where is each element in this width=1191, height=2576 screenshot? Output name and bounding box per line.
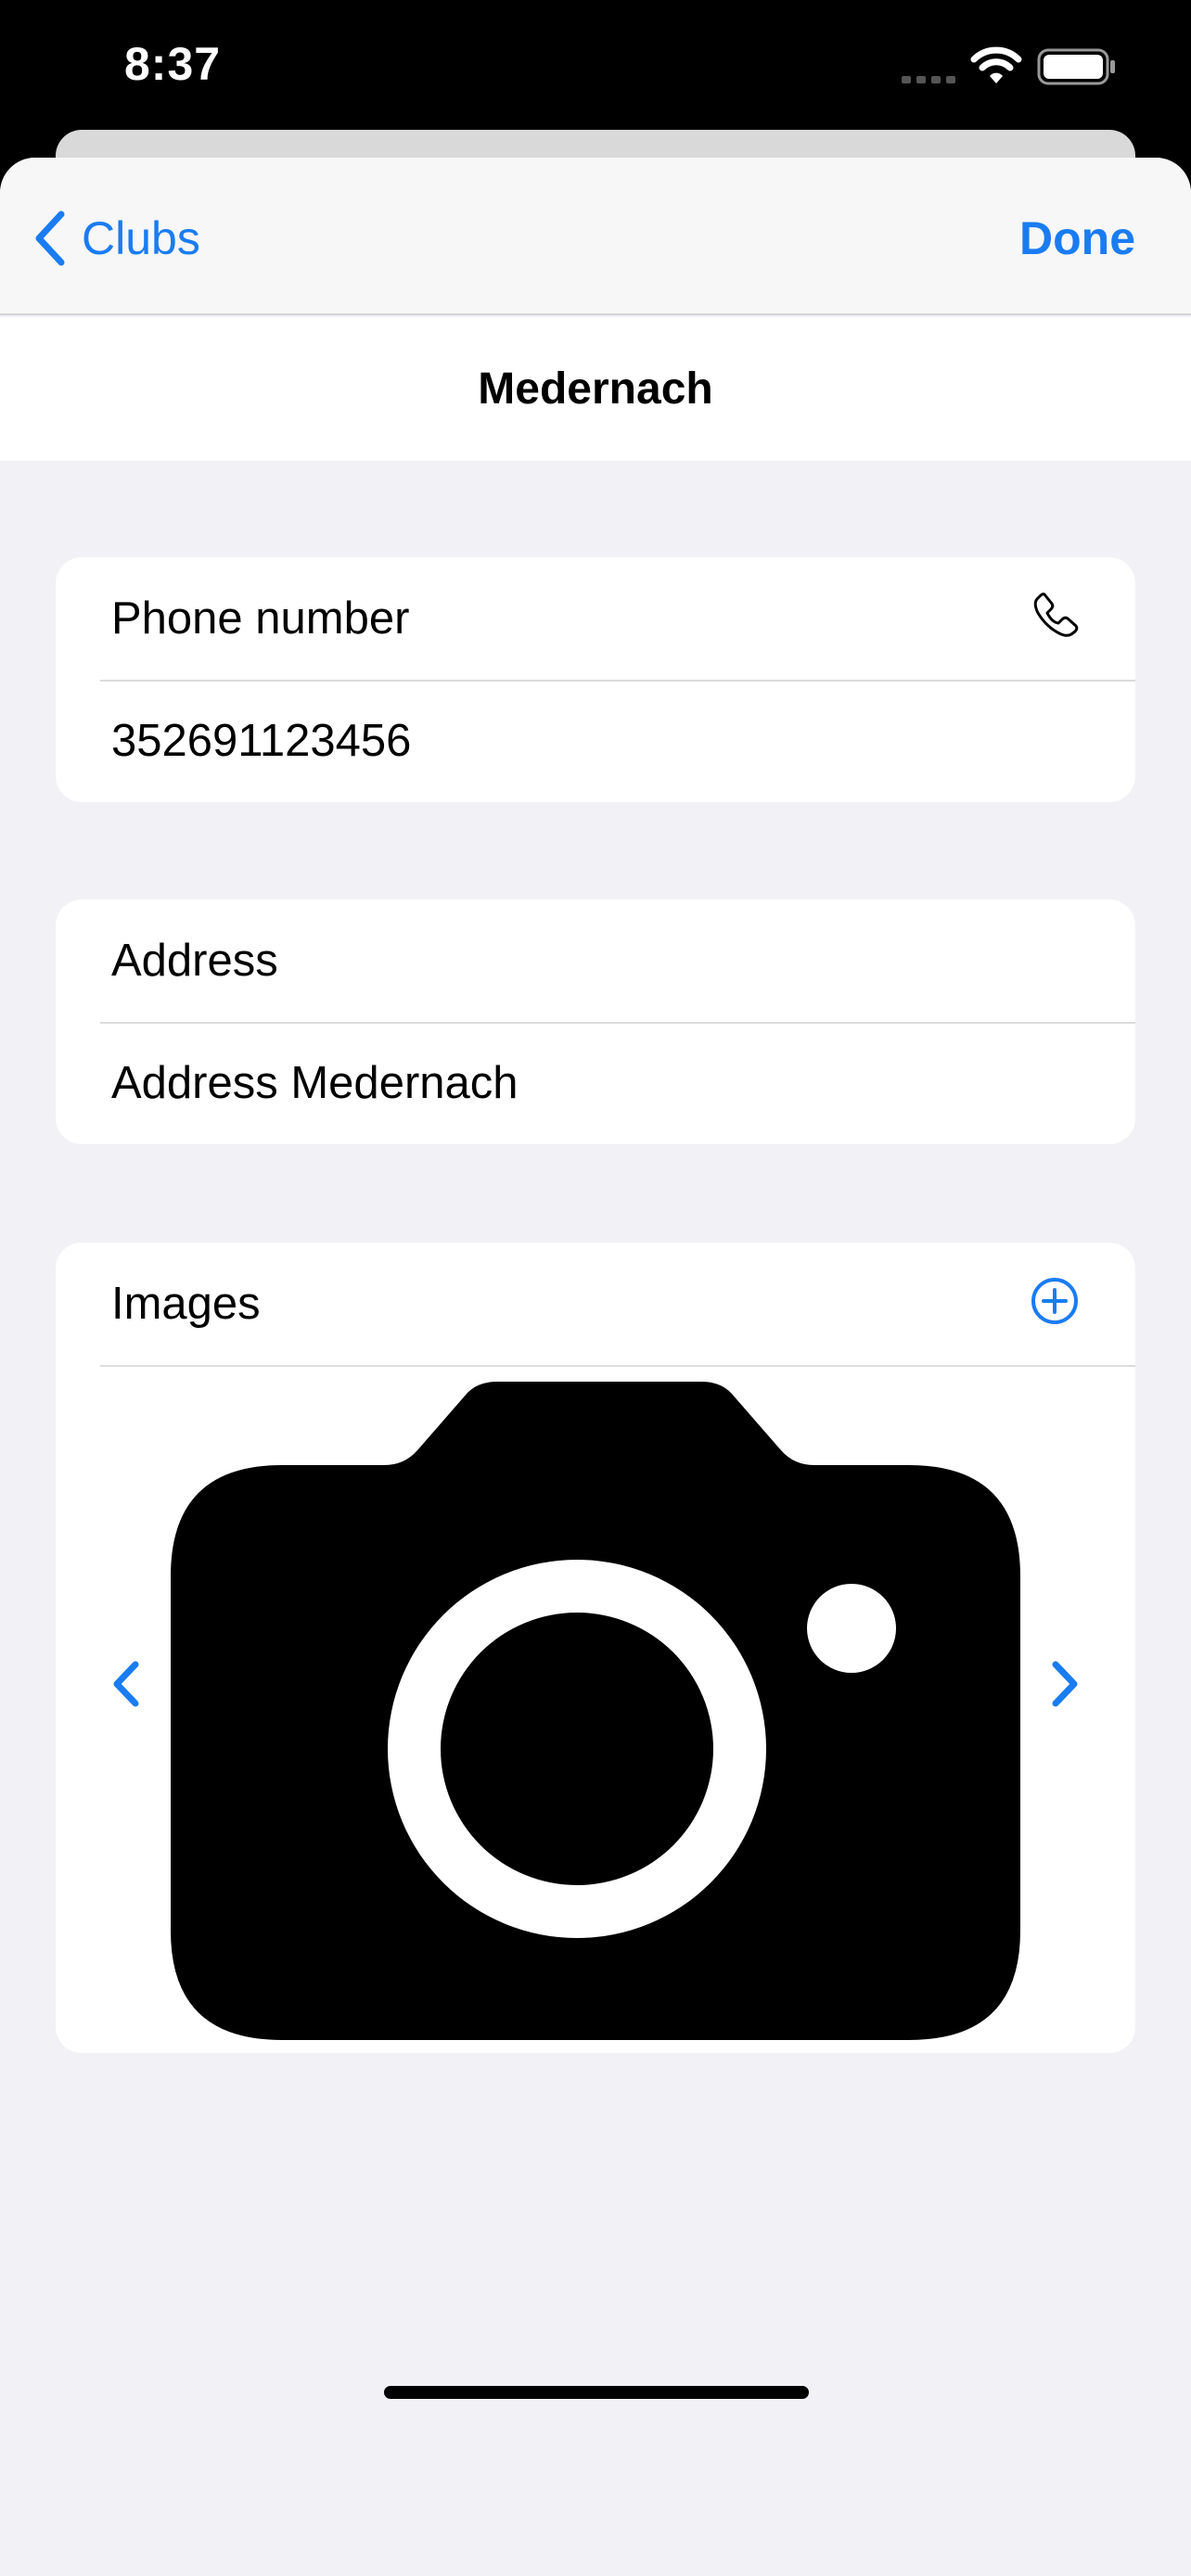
back-button-label: Clubs [82, 212, 200, 264]
address-value: Address Medernach [111, 1058, 519, 1108]
phone-label-row: Phone number [56, 557, 1135, 680]
done-button[interactable]: Done [1019, 206, 1135, 271]
back-button[interactable]: Clubs [32, 206, 200, 271]
next-image-button[interactable] [1050, 1660, 1080, 1708]
plus-circle-icon[interactable] [1030, 1276, 1080, 1326]
row-divider [100, 680, 1135, 682]
page-title: Medernach [478, 364, 713, 414]
wifi-icon [970, 46, 1022, 83]
status-bar: 8:37 [0, 0, 1191, 130]
club-detail-sheet: Clubs Done Medernach Phone number 352691… [0, 158, 1191, 2576]
cellular-signal-icon [902, 76, 955, 83]
status-time: 8:37 [124, 38, 222, 90]
home-indicator[interactable] [384, 2386, 809, 2399]
phone-label: Phone number [111, 593, 410, 644]
row-divider [100, 1022, 1135, 1024]
previous-image-button[interactable] [111, 1660, 141, 1708]
images-label-row: Images [56, 1243, 1135, 1365]
camera-icon[interactable] [171, 1382, 1020, 2040]
address-label: Address [111, 936, 278, 986]
address-label-row: Address [56, 899, 1135, 1022]
row-divider [100, 1365, 1135, 1367]
address-value-row[interactable]: Address Medernach [56, 1022, 1135, 1144]
images-card: Images [56, 1243, 1135, 2053]
navigation-bar: Clubs Done [0, 158, 1191, 315]
image-carousel [56, 1365, 1135, 2053]
battery-icon [1037, 48, 1115, 85]
phone-card: Phone number 352691123456 [56, 557, 1135, 802]
phone-number-value: 352691123456 [111, 716, 412, 766]
images-label: Images [111, 1279, 261, 1329]
phone-value-row[interactable]: 352691123456 [56, 680, 1135, 802]
address-card: Address Address Medernach [56, 899, 1135, 1144]
title-bar: Medernach [0, 317, 1191, 461]
chevron-left-icon [35, 210, 65, 266]
phone-icon[interactable] [1031, 591, 1080, 639]
